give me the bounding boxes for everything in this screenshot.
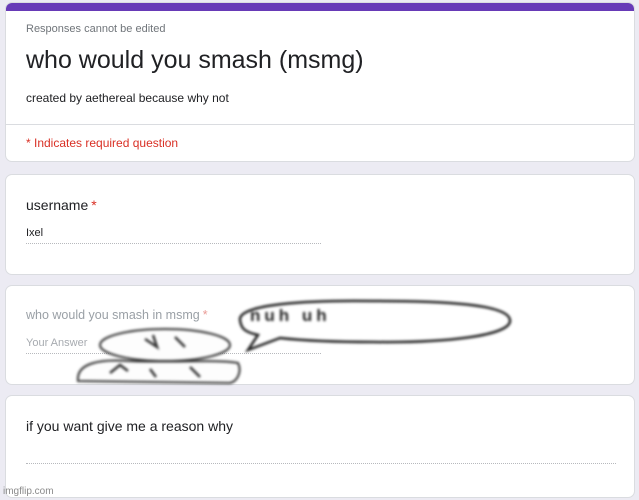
question-label: username *: [26, 197, 97, 213]
question-label-text: username: [26, 197, 89, 213]
reason-answer-field[interactable]: [26, 461, 616, 464]
speech-bubble: nuh uh: [228, 298, 518, 358]
question-card-reason: if you want give me a reason why: [5, 395, 635, 498]
doodle-character-icon: [70, 325, 245, 390]
required-asterisk: *: [91, 197, 97, 213]
speech-bubble-text: nuh uh: [250, 306, 331, 325]
required-note: * Indicates required question: [26, 136, 179, 150]
form-header-card: Responses cannot be edited who would you…: [5, 2, 635, 162]
imgflip-watermark: imgflip.com: [3, 486, 54, 497]
question-label-text: who would you smash in msmg: [26, 308, 200, 322]
required-asterisk: *: [202, 308, 208, 322]
question-card-username: username * Ixel: [5, 174, 635, 275]
question-label: if you want give me a reason why: [26, 418, 233, 434]
form-description: created by aethereal because why not: [26, 91, 229, 105]
form-title: who would you smash (msmg): [26, 46, 364, 74]
username-answer-field[interactable]: Ixel: [26, 227, 321, 244]
header-accent-bar: [6, 3, 634, 11]
question-label: who would you smash in msmg *: [26, 308, 208, 322]
responses-notice: Responses cannot be edited: [26, 23, 166, 35]
header-divider: [6, 124, 634, 125]
